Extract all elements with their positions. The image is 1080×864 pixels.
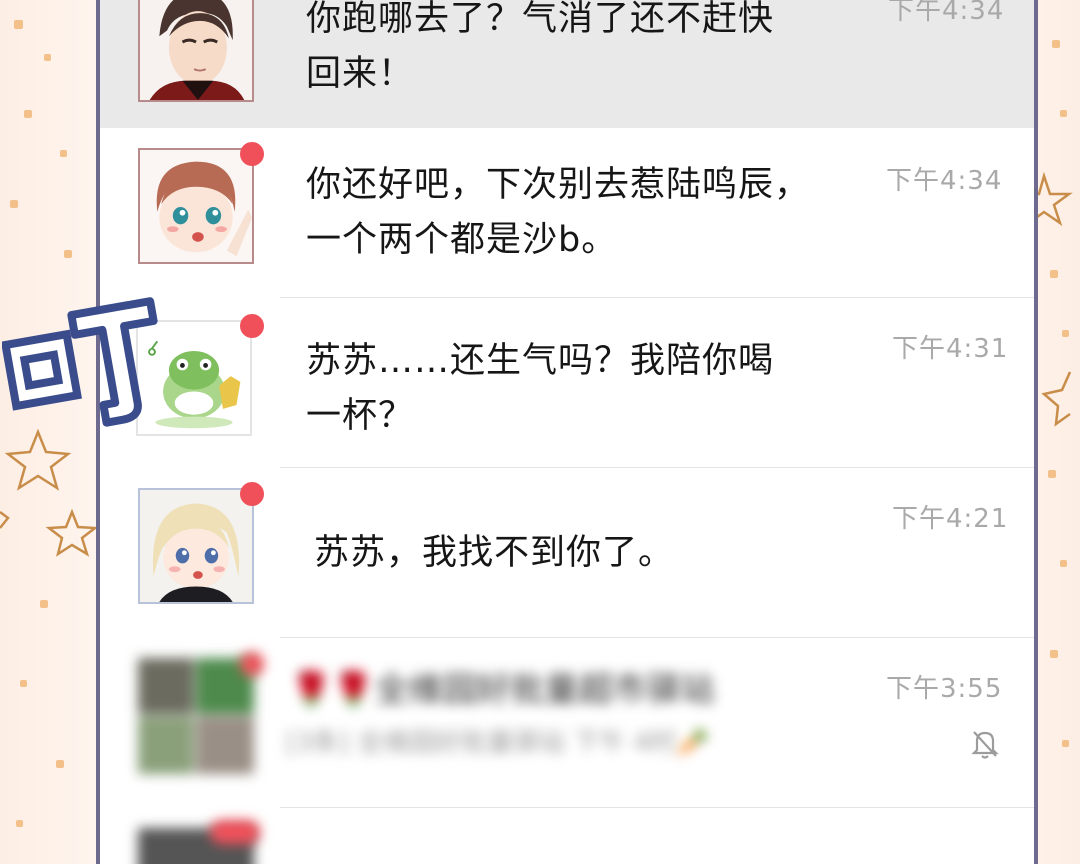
chat-title: 🌹🌹全维园好批量超市驿站 [290,670,715,710]
unread-dot [240,142,264,166]
chat-list-screen: 你跑哪去了？气消了还不赶快 回来！ 下午4:34 你还好吧，下次别去惹陆鸣辰， [96,0,1038,864]
message-preview-line: 苏苏，我找不到你了。 [314,533,675,573]
message-preview-line: 一个两个都是沙b。 [306,220,618,260]
group-avatar [138,658,254,774]
message-preview-line: 你还好吧，下次别去惹陆鸣辰， [306,165,811,205]
unread-dot [240,314,264,338]
ding-sfx-graphic [0,297,158,427]
message-preview-line: 你跑哪去了？气消了还不赶快 [306,0,775,39]
timestamp: 下午4:31 [892,334,1009,364]
avatar [138,0,254,102]
bell-off-icon [971,731,999,759]
unread-dot [240,482,264,506]
avatar [138,488,254,604]
chat-row[interactable]: 苏苏……还生气吗？我陪你喝 一杯？ 下午4:31 [100,298,1034,468]
chat-row[interactable]: 苏苏，我找不到你了。 下午4:21 [100,468,1034,638]
message-preview: [3条] 全维园好批量驿站 下午 4时🥕 [286,728,709,758]
timestamp: 下午4:34 [886,166,1003,196]
chat-row[interactable]: 你跑哪去了？气消了还不赶快 回来！ 下午4:34 [100,0,1034,128]
message-preview-line: 一杯？ [306,396,415,436]
timestamp: 下午3:55 [886,674,1003,704]
unread-dot [210,820,260,844]
unread-dot [240,652,264,676]
timestamp: 下午4:21 [892,504,1009,534]
chat-row[interactable] [100,808,1034,864]
message-preview-line: 苏苏……还生气吗？我陪你喝 [306,341,775,381]
sound-effect-sticker: 叮 [0,294,162,436]
chat-row[interactable]: 🌹🌹全维园好批量超市驿站 [3条] 全维园好批量驿站 下午 4时🥕 下午3:55 [100,638,1034,808]
timestamp: 下午4:34 [888,0,1005,26]
message-preview-line: 回来！ [306,54,415,94]
avatar [138,148,254,264]
chat-row[interactable]: 你还好吧，下次别去惹陆鸣辰， 一个两个都是沙b。 下午4:34 [100,128,1034,298]
